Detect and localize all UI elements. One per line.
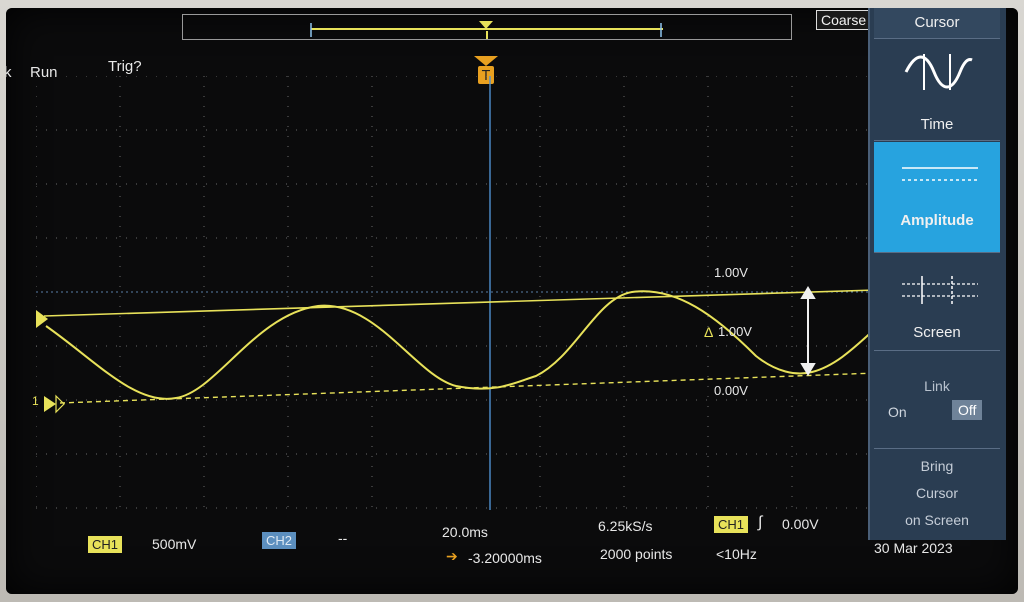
- waveform-graticule: [36, 76, 876, 510]
- link-off-option[interactable]: Off: [952, 400, 983, 420]
- delay-readout: -3.20000ms: [468, 550, 542, 566]
- record-trigger-icon: [479, 21, 493, 29]
- bring-line-1: Bring: [920, 458, 954, 474]
- record-view-bar: [182, 14, 792, 40]
- record-length-readout: 2000 points: [600, 546, 673, 562]
- date-readout: 30 Mar 2023: [874, 540, 953, 556]
- menu-item-screen-label: Screen: [913, 324, 961, 341]
- coarse-button[interactable]: Coarse: [816, 10, 872, 30]
- ch1-ground-marker-icon: [44, 394, 65, 414]
- ch2-button[interactable]: CH2: [262, 532, 297, 549]
- menu-item-time[interactable]: Time: [874, 40, 1000, 141]
- link-label: Link: [924, 378, 950, 394]
- cursor-side-menu: Cursor Time Amplitude Screen Link On Off…: [868, 8, 1006, 540]
- run-prefix: k: [6, 64, 12, 81]
- ch2-scale: --: [338, 530, 348, 546]
- menu-item-amplitude[interactable]: Amplitude: [874, 142, 1000, 253]
- delta-arrow-icon: [800, 286, 816, 376]
- amplitude-cursor-icon: [902, 167, 978, 181]
- ch1-scale: 500mV: [152, 536, 197, 552]
- trigger-status: Trig?: [108, 58, 142, 75]
- trigger-frequency-readout: <10Hz: [716, 546, 757, 562]
- delta-cursor-readout: 1.00V: [718, 324, 752, 339]
- oscilloscope-screen: k Run Trig? Coarse T: [6, 8, 1018, 594]
- timebase-readout: 20.0ms: [442, 524, 488, 540]
- record-view-graphic: [310, 21, 663, 39]
- trigger-slope-icon: ∫: [758, 514, 763, 531]
- delta-symbol: Δ: [704, 324, 714, 340]
- link-on-option[interactable]: On: [888, 404, 907, 420]
- trigger-level-readout: 0.00V: [782, 516, 819, 532]
- menu-item-link[interactable]: Link On Off: [874, 352, 1000, 449]
- time-cursor-icon: [904, 54, 973, 90]
- menu-item-amplitude-label: Amplitude: [900, 212, 974, 229]
- menu-item-screen[interactable]: Screen: [874, 254, 1000, 351]
- sample-rate-readout: 6.25kS/s: [598, 518, 653, 534]
- amplitude-cursor-upper: [43, 289, 876, 317]
- ch1-waveform: [45, 290, 876, 400]
- upper-cursor-readout: 1.00V: [714, 265, 748, 280]
- ch1-ground-number: 1: [32, 394, 39, 408]
- bring-line-3: on Screen: [905, 512, 969, 528]
- screen-cursor-icon: [902, 276, 978, 304]
- trigger-source-badge: CH1: [714, 516, 749, 533]
- menu-title: Cursor: [874, 8, 1000, 39]
- lower-cursor-readout: 0.00V: [714, 383, 748, 398]
- bring-line-2: Cursor: [915, 485, 958, 501]
- menu-item-time-label: Time: [920, 116, 954, 133]
- cursor-upper-marker-icon: [36, 310, 48, 328]
- delay-arrow-icon: ➔: [446, 548, 458, 564]
- ch1-button[interactable]: CH1: [88, 536, 123, 553]
- menu-item-bring-cursor[interactable]: Bring Cursor on Screen: [874, 450, 1000, 540]
